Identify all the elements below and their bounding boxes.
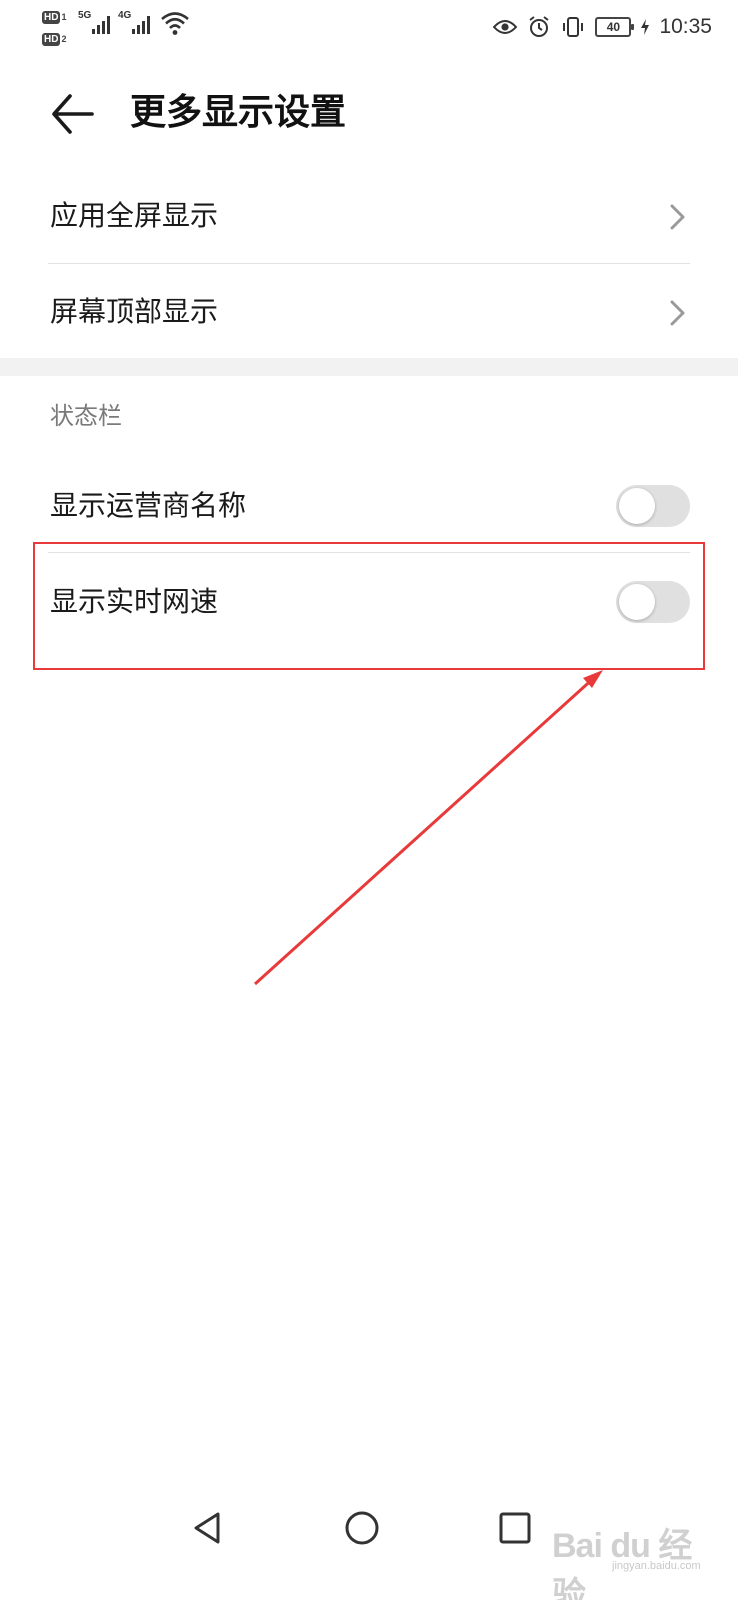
wifi-icon [161,12,189,35]
list-item-label: 应用全屏显示 [50,199,219,232]
setting-row-carrier-name: 显示运营商名称 [0,458,738,550]
hd1-indicator: HD 1 [42,8,72,24]
annotation-highlight-box [33,542,705,670]
eye-icon [493,20,518,34]
status-right: 40 10:35 [493,12,712,42]
square-recents-icon[interactable] [491,1504,539,1552]
alarm-icon [529,16,550,37]
status-bar: HD 1 HD 2 5G 4G 40 10:35 [0,0,738,56]
signal1-icon [92,14,110,34]
app-header: 更多显示设置 [0,78,738,150]
section-header-status-bar: 状态栏 [50,402,122,430]
watermark-sub: jingyan.baidu.com [612,1560,701,1572]
hd1-label: HD [42,11,61,24]
vibrate-icon [563,17,584,37]
clock: 10:35 [659,15,712,38]
hd2-indicator: HD 2 [42,30,72,46]
setting-label: 显示运营商名称 [50,489,247,522]
network1-label: 5G [78,10,92,21]
arrow-left-icon [52,94,94,134]
chevron-right-icon [670,300,685,326]
circle-home-icon[interactable] [338,1504,386,1552]
hd2-sub: 2 [61,34,67,44]
watermark-text: Bai du 经验 [552,1527,692,1600]
network2-label: 4G [118,10,132,21]
battery-icon: 40 [595,17,635,37]
list-item-fullscreen-apps[interactable]: 应用全屏显示 [0,172,738,262]
divider [48,263,690,264]
section-divider [0,358,738,376]
list-item-top-display[interactable]: 屏幕顶部显示 [0,268,738,358]
triangle-back-icon[interactable] [184,1504,232,1552]
charging-icon [641,19,650,35]
hd1-sub: 1 [61,12,67,22]
carrier-name-toggle[interactable] [616,485,690,527]
hd2-label: HD [42,33,61,46]
toggle-knob [619,488,655,524]
signal2-icon [132,14,150,34]
page-title: 更多显示设置 [130,92,347,133]
baidu-watermark: Bai du 经验 jingyan.baidu.com [552,1508,702,1600]
chevron-right-icon [670,204,685,230]
back-button[interactable] [46,86,102,142]
list-item-label: 屏幕顶部显示 [50,295,219,328]
